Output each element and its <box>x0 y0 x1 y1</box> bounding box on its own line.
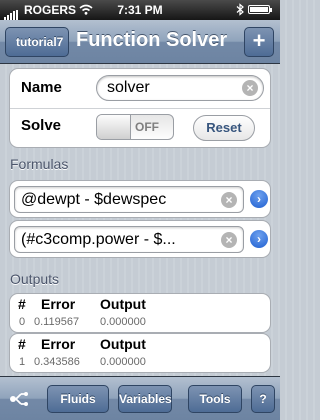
output-error: 0.343586 <box>34 356 80 368</box>
formula-field[interactable]: (#c3comp.power - $... × <box>14 226 244 253</box>
col-index-header: # <box>18 296 26 312</box>
name-field[interactable]: solver × <box>96 75 264 101</box>
back-button[interactable]: tutorial7 <box>5 27 69 57</box>
output-value: 0.000000 <box>100 356 146 368</box>
disclosure-arrow-icon[interactable]: › <box>250 230 268 248</box>
settings-group: Name solver × Solve OFF Reset <box>9 68 271 148</box>
solve-toggle[interactable]: OFF <box>96 114 174 140</box>
clear-x-icon[interactable]: × <box>242 80 258 96</box>
col-output-header: Output <box>100 336 146 352</box>
output-error: 0.119567 <box>34 316 80 328</box>
fluids-button[interactable]: Fluids <box>47 385 109 413</box>
help-button[interactable]: ? <box>251 385 275 413</box>
disclosure-arrow-icon[interactable]: › <box>250 190 268 208</box>
formula-row: (#c3comp.power - $... × › <box>9 220 271 258</box>
output-value: 0.000000 <box>100 316 146 328</box>
formula-field[interactable]: @dewpt - $dewspec × <box>14 186 244 213</box>
formula-text: (#c3comp.power - $... <box>21 231 176 248</box>
output-index: 1 <box>19 356 26 368</box>
navigation-bar: tutorial7 Function Solver + <box>0 20 280 64</box>
flow-diagram-icon[interactable] <box>9 389 29 409</box>
col-output-header: Output <box>100 296 146 312</box>
toggle-state-text: OFF <box>135 120 159 134</box>
reset-button[interactable]: Reset <box>193 115 255 141</box>
page-title: Function Solver <box>76 29 228 51</box>
formula-row: @dewpt - $dewspec × › <box>9 180 271 218</box>
bluetooth-icon <box>236 3 244 16</box>
col-index-header: # <box>18 336 26 352</box>
formula-text: @dewpt - $dewspec <box>21 191 167 208</box>
battery-icon <box>248 5 272 14</box>
clear-x-icon[interactable]: × <box>221 192 237 208</box>
col-error-header: Error <box>41 336 76 352</box>
status-bar: ROGERS 7:31 PM <box>0 0 280 20</box>
solve-label: Solve <box>21 117 62 134</box>
name-label: Name <box>21 79 62 96</box>
outputs-header: Outputs <box>10 271 60 287</box>
col-error-header: Error <box>41 296 76 312</box>
tools-button[interactable]: Tools <box>188 385 242 413</box>
clear-x-icon[interactable]: × <box>221 232 237 248</box>
name-field-value: solver <box>107 79 150 96</box>
bottom-toolbar: Fluids Variables Tools ? <box>0 376 280 420</box>
add-button[interactable]: + <box>244 27 274 57</box>
variables-button[interactable]: Variables <box>118 385 172 413</box>
formulas-header: Formulas <box>10 156 69 172</box>
row-divider <box>10 108 270 109</box>
output-row[interactable]: # Error Output 1 0.343586 0.000000 <box>9 333 271 373</box>
output-row[interactable]: # Error Output 0 0.119567 0.000000 <box>9 293 271 333</box>
output-index: 0 <box>19 316 26 328</box>
toggle-knob[interactable] <box>97 115 131 139</box>
